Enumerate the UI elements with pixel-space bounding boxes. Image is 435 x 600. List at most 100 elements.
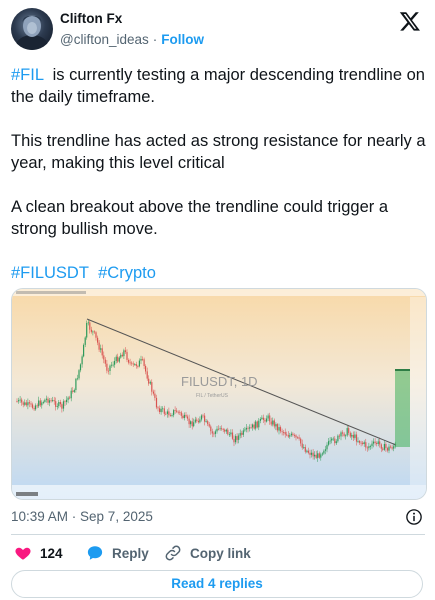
candle-body: [121, 354, 123, 357]
candle-body: [382, 448, 384, 450]
info-icon[interactable]: [405, 508, 423, 526]
candle-body: [276, 424, 278, 431]
candle-body: [385, 444, 387, 449]
candle-body: [169, 415, 172, 416]
author-handle-line: @clifton_ideas · Follow: [60, 32, 204, 47]
candle-body: [177, 411, 179, 413]
candle-body: [120, 354, 122, 358]
candle-body: [355, 434, 358, 442]
candle-body: [376, 443, 378, 444]
timestamp[interactable]: 10:39 AM · Sep 7, 2025: [11, 509, 153, 524]
candle-body: [18, 400, 20, 402]
candle-body: [41, 402, 43, 406]
candle-body: [371, 443, 373, 447]
candle-body: [281, 431, 283, 433]
candle-body: [357, 441, 359, 442]
candle-body: [134, 364, 136, 365]
read-replies-button[interactable]: Read 4 replies: [11, 570, 423, 598]
candle-body: [329, 440, 331, 442]
candle-body: [61, 404, 63, 409]
like-button[interactable]: 124: [14, 544, 63, 562]
candle-body: [359, 441, 361, 443]
candle-body: [141, 359, 144, 360]
candle-body: [39, 400, 41, 406]
candle-body: [310, 452, 313, 455]
candle-body: [208, 424, 210, 427]
candle-body: [224, 429, 226, 432]
candle-body: [225, 429, 227, 432]
candle-body: [117, 356, 119, 362]
copy-link-button[interactable]: Copy link: [164, 544, 251, 562]
candle-body: [228, 434, 230, 436]
candle-body: [24, 402, 26, 405]
candle-body: [217, 428, 220, 430]
candle-body: [137, 366, 139, 367]
candle-body: [157, 407, 159, 409]
reply-button[interactable]: Reply: [86, 544, 149, 562]
candle-body: [239, 432, 241, 436]
candle-body: [292, 433, 294, 436]
candle-body: [103, 355, 105, 360]
candle-body: [349, 432, 351, 437]
candle-body: [337, 435, 339, 442]
candle-body: [331, 438, 333, 441]
hashtag-crypto[interactable]: #Crypto: [98, 264, 156, 282]
candle-body: [76, 378, 78, 380]
candle-body: [383, 444, 385, 450]
candle-body: [58, 402, 60, 407]
candle-body: [264, 419, 266, 422]
candle-body: [317, 453, 319, 458]
candle-body: [372, 441, 375, 444]
candle-body: [318, 453, 320, 458]
candle-body: [247, 427, 249, 429]
candle-body: [143, 359, 145, 366]
author-handle[interactable]: @clifton_ideas: [60, 32, 149, 47]
hashtag-filusdt[interactable]: #FILUSDT: [11, 264, 89, 282]
candle-body: [31, 404, 34, 408]
candle-body: [42, 402, 44, 403]
heart-icon: [15, 547, 31, 560]
link-icon: [165, 545, 181, 561]
candle-body: [114, 361, 116, 365]
candle-body: [154, 393, 156, 398]
author-name[interactable]: Clifton Fx: [60, 11, 122, 26]
candle-body: [245, 427, 247, 430]
candle-body: [148, 378, 150, 384]
candle-body: [52, 400, 54, 401]
candle-body: [343, 433, 345, 436]
hashtag-fil[interactable]: #FIL: [11, 66, 43, 84]
candle-body: [328, 441, 330, 445]
candle-body: [174, 410, 176, 411]
candle-body: [84, 337, 86, 345]
candle-body: [258, 420, 260, 428]
candle-body: [25, 402, 27, 406]
follow-button[interactable]: Follow: [161, 32, 204, 47]
candle-body: [75, 378, 77, 390]
candle-body: [79, 364, 82, 371]
candle-body: [388, 446, 390, 451]
candle-body: [93, 331, 96, 333]
x-logo-icon[interactable]: [399, 10, 421, 32]
candle-body: [97, 337, 99, 343]
candle-body: [360, 442, 362, 444]
candle-body: [354, 434, 356, 438]
candle-body: [287, 435, 289, 437]
candle-body: [369, 446, 371, 447]
candle-body: [123, 350, 125, 357]
candle-body: [131, 362, 133, 364]
candle-body: [100, 348, 102, 350]
candle-body: [95, 332, 97, 338]
candle-body: [256, 421, 258, 428]
candle-body: [312, 452, 314, 457]
candle-body: [261, 417, 263, 419]
candle-body: [35, 405, 37, 410]
candle-body: [104, 359, 106, 364]
candle-body: [363, 442, 365, 444]
chart-logo: [16, 492, 38, 496]
candle-body: [196, 419, 198, 421]
chart-image[interactable]: FILUSDT, 1D FIL / TetherUS: [11, 288, 427, 500]
candle-body: [301, 443, 303, 448]
candle-body: [213, 433, 215, 435]
avatar[interactable]: [11, 8, 53, 50]
candle-body: [362, 442, 364, 444]
